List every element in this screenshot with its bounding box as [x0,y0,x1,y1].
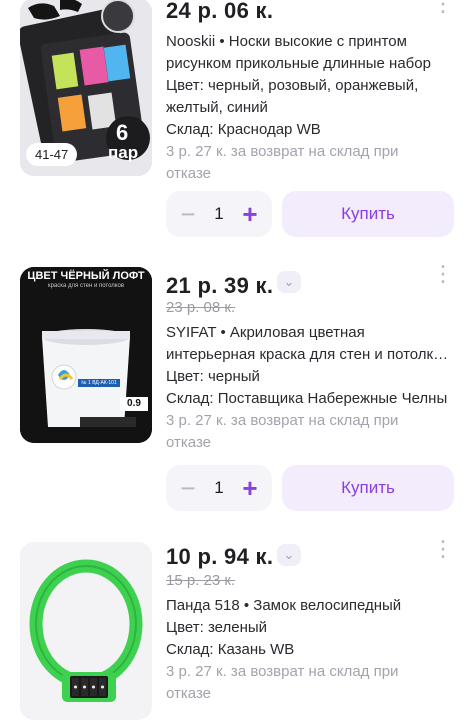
price: 24 р. 06 к. [166,0,274,23]
product-title-line[interactable]: интерьерная краска для стен и потолк… [166,344,456,366]
warehouse: Склад: Краснодар WB [166,121,321,138]
quantity-stepper: − 1 + [166,191,272,237]
product-card: 10 р. 94 к. ⌄ 15 р. 23 к. ⋮ Панда 518 • … [0,538,474,720]
buy-button[interactable]: Купить [282,465,454,511]
price: 10 р. 94 к. [166,544,274,569]
return-fee: 3 р. 27 к. за возврат на склад при [166,143,399,160]
return-fee: 3 р. 27 к. за возврат на склад при [166,663,399,680]
size-badge: 41-47 [26,143,78,166]
return-fee: отказе [166,685,211,702]
image-subheader: краска для стен и потолков [47,283,125,289]
chevron-down-icon[interactable]: ⌄ [277,271,301,293]
product-info: SYIFAT • Акриловая цветная интерьерная к… [166,322,456,454]
return-fee: отказе [166,434,211,451]
product-image[interactable]: 6 пар 41-47 [20,0,152,176]
product-info: Панда 518 • Замок велосипедный Цвет: зел… [166,595,456,705]
buy-button[interactable]: Купить [282,191,454,237]
warehouse: Склад: Казань WB [166,641,295,658]
return-fee: отказе [166,165,211,182]
minus-button[interactable]: − [170,465,206,511]
image-weight: 0.9 [127,398,141,409]
quantity-value: 1 [214,204,224,223]
paint-bucket-art [20,267,152,443]
old-price: 15 р. 23 к. [166,572,236,589]
quantity-value: 1 [214,478,224,497]
price: 21 р. 39 к. [166,273,274,298]
plus-button[interactable]: + [232,465,268,511]
product-image[interactable]: ЦВЕТ ЧЁРНЫЙ ЛОФТ краска для стен и потол… [20,267,152,443]
chevron-down-icon[interactable]: ⌄ [277,544,301,566]
more-vertical-icon[interactable]: ⋮ [432,0,454,15]
product-card: 6 пар 41-47 24 р. 06 к. ⋮ Nooskii • Носк… [0,0,474,254]
warehouse: Склад: Поставщика Набережные Челны [166,390,448,407]
pack-unit: пар [108,143,139,162]
product-color: Цвет: черный, розовый, оранжевый, [166,77,419,94]
product-title-line[interactable]: SYIFAT • Акриловая цветная [166,322,456,344]
image-code: № 1 ВД-АК-101 [81,380,117,386]
minus-button[interactable]: − [170,191,206,237]
image-header: ЦВЕТ ЧЁРНЫЙ ЛОФТ [27,270,145,282]
product-color: желтый, синий [166,99,268,116]
product-color: Цвет: зеленый [166,619,268,636]
more-vertical-icon[interactable]: ⋮ [432,538,454,560]
product-info: Nooskii • Носки высокие с принтом рисунк… [166,31,456,185]
product-color: Цвет: черный [166,368,260,385]
more-vertical-icon[interactable]: ⋮ [432,263,454,285]
product-image[interactable] [20,542,152,720]
old-price: 23 р. 08 к. [166,299,236,316]
product-title-line[interactable]: Nooskii • Носки высокие с принтом [166,31,456,53]
product-title-line[interactable]: Панда 518 • Замок велосипедный [166,595,456,617]
product-title-line[interactable]: рисунком прикольные длинные набор [166,53,456,75]
bike-lock-art [20,542,152,720]
pack-count: 6 [116,120,129,145]
product-card: ЦВЕТ ЧЁРНЫЙ ЛОФТ краска для стен и потол… [0,263,474,543]
return-fee: 3 р. 27 к. за возврат на склад при [166,412,399,429]
quantity-stepper: − 1 + [166,465,272,511]
plus-button[interactable]: + [232,191,268,237]
